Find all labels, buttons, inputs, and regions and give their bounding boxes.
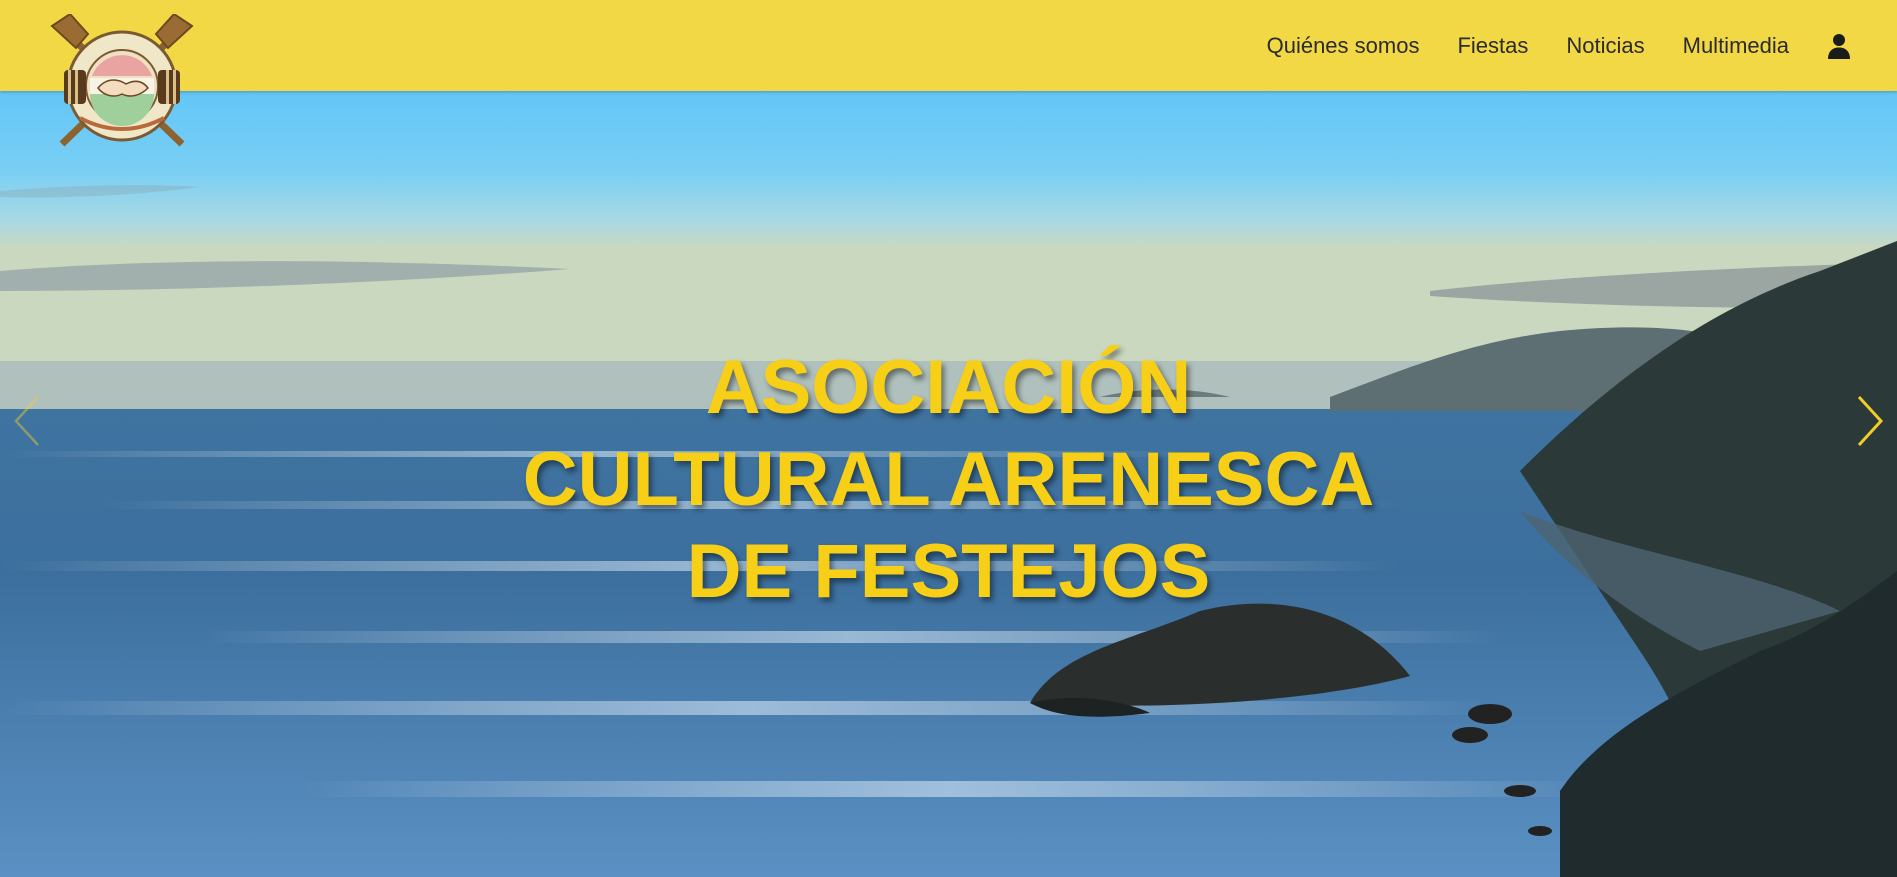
slider-prev-button[interactable] — [8, 391, 48, 451]
nav-item-noticias[interactable]: Noticias — [1566, 33, 1644, 59]
nav-item-fiestas[interactable]: Fiestas — [1457, 33, 1528, 59]
hero-title-line: CULTURAL ARENESCA — [522, 436, 1375, 522]
site-header: Quiénes somos Fiestas Noticias Multimedi… — [0, 0, 1897, 91]
nav-item-multimedia[interactable]: Multimedia — [1683, 33, 1789, 59]
hero-title-line: DE FESTEJOS — [686, 528, 1211, 614]
hero-title-line: ASOCIACIÓN — [705, 344, 1192, 430]
chevron-right-icon — [1857, 395, 1884, 447]
nav-item-quienes-somos[interactable]: Quiénes somos — [1267, 33, 1420, 59]
hero-slider: ASOCIACIÓN CULTURAL ARENESCA DE FESTEJOS — [0, 91, 1897, 877]
hero-title: ASOCIACIÓN CULTURAL ARENESCA DE FESTEJOS — [0, 342, 1897, 618]
chevron-left-icon — [14, 396, 39, 446]
logo-emblem-icon — [50, 14, 194, 147]
site-logo[interactable] — [50, 14, 194, 156]
main-nav: Quiénes somos Fiestas Noticias Multimedi… — [1267, 0, 1897, 91]
user-icon[interactable] — [1827, 33, 1851, 59]
slider-next-button[interactable] — [1849, 391, 1889, 451]
